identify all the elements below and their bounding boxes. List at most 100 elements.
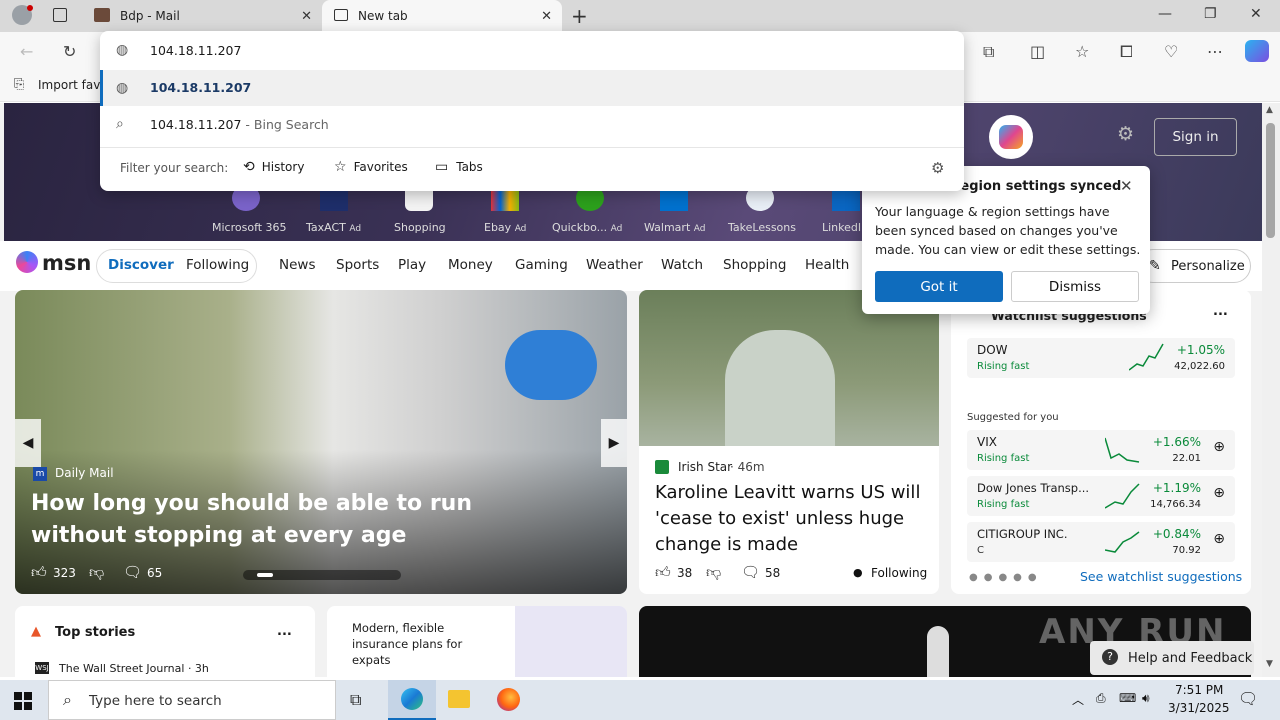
top-story-source[interactable]: The Wall Street Journal · 3h xyxy=(59,662,209,675)
story-card[interactable]: Irish Star · 46m Karoline Leavitt warns … xyxy=(639,290,939,594)
like-icon[interactable]: 👍︎ xyxy=(31,563,47,582)
task-view-icon[interactable]: ⧉ xyxy=(350,690,361,710)
quicklink-ebay[interactable]: Ebay Ad xyxy=(484,221,526,234)
see-watchlist-link[interactable]: See watchlist suggestions xyxy=(1080,569,1242,584)
msn-logo-text[interactable]: msn xyxy=(42,251,91,275)
hero-card[interactable]: ◀ ▶ m Daily Mail How long you should be … xyxy=(15,290,627,594)
extensions-icon[interactable]: ⧉ xyxy=(983,42,994,62)
quicklink-microsoft365[interactable]: Microsoft 365 xyxy=(212,221,287,234)
tray-device-icon[interactable]: ⎙ xyxy=(1096,691,1106,706)
watchlist-pager-dots[interactable]: ●●●●● xyxy=(969,572,1043,583)
nav-discover[interactable]: Discover xyxy=(108,257,174,273)
quicklink-taxact[interactable]: TaxACT Ad xyxy=(306,221,361,234)
quicklink-shopping[interactable]: Shopping xyxy=(394,221,446,234)
clock-time[interactable]: 7:51 PM xyxy=(1175,683,1223,697)
address-input[interactable]: 104.18.11.207 xyxy=(150,43,241,58)
collections-icon[interactable]: ⧠ xyxy=(1120,42,1133,62)
personalize-button[interactable]: ✎ Personalize xyxy=(1136,249,1251,283)
ad-card[interactable]: Modern, flexible insurance plans for exp… xyxy=(327,606,627,677)
dismiss-button[interactable]: Dismiss xyxy=(1011,271,1139,302)
tab-bdp-mail[interactable]: Bdp - Mail ✕ xyxy=(84,0,322,32)
split-screen-icon[interactable]: ◫ xyxy=(1030,42,1045,61)
filter-favorites-button[interactable]: ☆ Favorites xyxy=(334,159,408,175)
restore-icon[interactable]: ❐ xyxy=(1204,6,1217,22)
windows-start-icon[interactable] xyxy=(14,692,32,710)
browser-essentials-icon[interactable]: ♡ xyxy=(1164,42,1178,61)
nav-watch[interactable]: Watch xyxy=(661,257,703,273)
scroll-down-icon[interactable]: ▼ xyxy=(1266,659,1273,669)
nav-following[interactable]: Following xyxy=(186,257,249,273)
page-settings-gear-icon[interactable]: ⚙ xyxy=(1117,123,1134,145)
copilot-icon[interactable] xyxy=(1245,40,1269,62)
refresh-icon[interactable]: ↻ xyxy=(63,42,76,61)
taskbar-search-box[interactable]: ⌕ Type here to search xyxy=(48,680,336,720)
add-icon[interactable]: ⊕ xyxy=(1213,439,1225,455)
quicklink-takelessons[interactable]: TakeLessons xyxy=(728,221,796,234)
watchlist-row-dowjones[interactable]: Dow Jones Transp... Rising fast +1.19% 1… xyxy=(967,476,1235,516)
quicklink-linkedin[interactable]: LinkedI xyxy=(822,221,861,234)
popup-close-icon[interactable]: ✕ xyxy=(1120,177,1133,195)
file-explorer-icon[interactable] xyxy=(448,690,470,708)
new-tab-plus-icon[interactable]: + xyxy=(571,4,588,28)
nav-gaming[interactable]: Gaming xyxy=(515,257,568,273)
tray-chevron-icon[interactable]: ︿ xyxy=(1072,691,1084,708)
vertical-scrollbar[interactable]: ▲ ▼ xyxy=(1262,103,1280,677)
volume-icon[interactable]: 🔊︎ xyxy=(1142,691,1150,706)
copilot-button[interactable] xyxy=(989,115,1033,159)
suggestion-url-row[interactable]: ◍ 104.18.11.207 xyxy=(100,70,964,106)
quicklink-quickbooks[interactable]: Quickbo... Ad xyxy=(552,221,622,234)
nav-news[interactable]: News xyxy=(279,257,315,273)
add-icon[interactable]: ⊕ xyxy=(1213,485,1225,501)
nav-play[interactable]: Play xyxy=(398,257,426,273)
following-label[interactable]: Following xyxy=(871,566,927,580)
back-icon[interactable]: ← xyxy=(20,42,33,61)
watchlist-row-citigroup[interactable]: CITIGROUP INC. C +0.84% 70.92 ⊕ xyxy=(967,522,1235,562)
nav-money[interactable]: Money xyxy=(448,257,493,273)
tab-new-tab[interactable]: New tab ✕ xyxy=(322,0,562,32)
watchlist-row-vix[interactable]: VIX Rising fast +1.66% 22.01 ⊕ xyxy=(967,430,1235,470)
scroll-up-icon[interactable]: ▲ xyxy=(1266,105,1273,115)
dislike-icon[interactable]: 👎︎ xyxy=(89,563,104,582)
sign-in-button[interactable]: Sign in xyxy=(1154,118,1237,156)
add-icon[interactable]: ⊕ xyxy=(1213,531,1225,547)
nav-sports[interactable]: Sports xyxy=(336,257,379,273)
like-icon[interactable]: 👍︎ xyxy=(655,563,671,582)
carousel-prev-icon[interactable]: ◀ xyxy=(15,419,41,467)
watchlist-more-icon[interactable]: ... xyxy=(1213,304,1228,319)
firefox-icon[interactable] xyxy=(497,688,520,711)
filter-tabs-button[interactable]: ▭ Tabs xyxy=(435,159,483,175)
comment-icon[interactable]: 🗨︎ xyxy=(741,563,760,581)
nav-health[interactable]: Health xyxy=(805,257,849,273)
address-input-row[interactable]: ◍ 104.18.11.207 xyxy=(100,31,964,69)
minimize-icon[interactable]: — xyxy=(1158,6,1172,22)
hero-headline[interactable]: How long you should be able to run witho… xyxy=(31,488,551,552)
favorites-icon[interactable]: ☆ xyxy=(1075,42,1089,61)
close-tab-icon[interactable]: ✕ xyxy=(301,9,312,24)
carousel-next-icon[interactable]: ▶ xyxy=(601,419,627,467)
quicklink-walmart[interactable]: Walmart Ad xyxy=(644,221,705,234)
dislike-icon[interactable]: 👎︎ xyxy=(706,563,721,582)
taskbar-edge-button[interactable] xyxy=(388,680,436,720)
watchlist-row-dow[interactable]: DOW Rising fast +1.05% 42,022.60 xyxy=(967,338,1235,378)
comment-icon[interactable]: 🗨︎ xyxy=(123,563,142,581)
suggestion-search-row[interactable]: ⌕ 104.18.11.207 - Bing Search xyxy=(100,107,964,143)
help-feedback-button[interactable]: ? Help and Feedback xyxy=(1090,641,1254,675)
tab-actions-icon[interactable] xyxy=(53,8,67,22)
filter-history-button[interactable]: ⟲ History xyxy=(243,159,304,175)
carousel-dots[interactable] xyxy=(243,570,401,580)
settings-gear-icon[interactable]: ⚙ xyxy=(931,159,944,177)
close-tab-icon[interactable]: ✕ xyxy=(541,9,552,24)
notifications-icon[interactable]: 🗨︎ xyxy=(1238,689,1258,708)
close-window-icon[interactable]: ✕ xyxy=(1250,6,1262,22)
nav-shopping[interactable]: Shopping xyxy=(723,257,786,273)
nav-weather[interactable]: Weather xyxy=(586,257,643,273)
clock-date[interactable]: 3/31/2025 xyxy=(1168,701,1230,715)
more-menu-icon[interactable]: ⋯ xyxy=(1207,42,1223,61)
scrollbar-thumb[interactable] xyxy=(1266,123,1275,238)
story-headline[interactable]: Karoline Leavitt warns US will 'cease to… xyxy=(655,480,929,558)
got-it-button[interactable]: Got it xyxy=(875,271,1003,302)
story-time: · 46m xyxy=(730,460,765,474)
top-stories-more-icon[interactable]: ... xyxy=(277,624,292,639)
network-icon[interactable]: ⌨ xyxy=(1119,691,1136,705)
import-favorites-link[interactable]: Import favo xyxy=(38,78,108,92)
